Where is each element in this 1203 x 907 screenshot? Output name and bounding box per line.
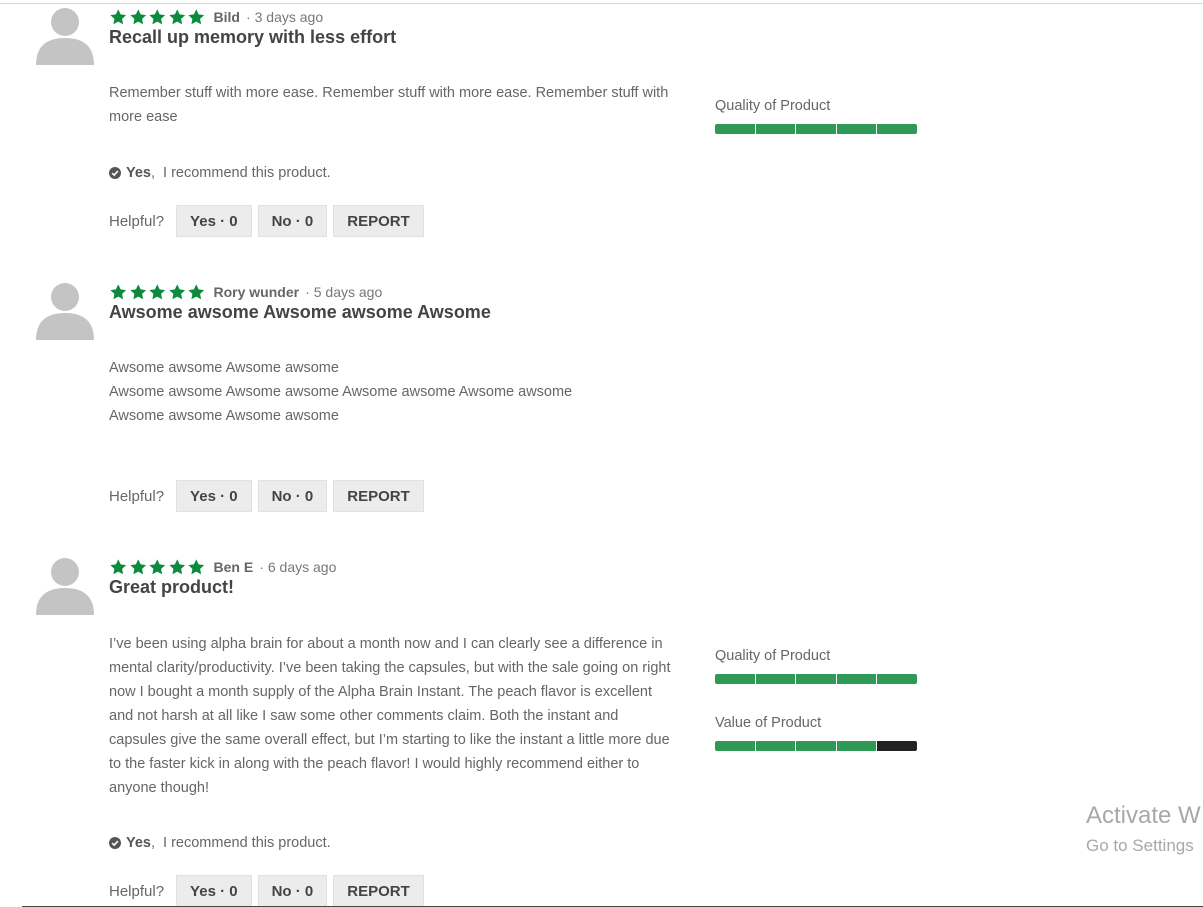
helpful-row: Helpful? Yes · 0 No · 0 REPORT (109, 205, 430, 237)
star-icon (129, 9, 146, 25)
recommend-comma: , (151, 165, 156, 181)
helpful-no-button[interactable]: No · 0 (257, 875, 328, 907)
rating-segment (796, 124, 837, 134)
review-meta: Rory wunder · 5 days ago (109, 280, 382, 304)
rating-segment (836, 741, 878, 751)
rating-bar (715, 674, 917, 684)
review-body-paragraph: I’ve been using alpha brain for about a … (109, 636, 671, 796)
rating-quality: Quality of Product (715, 646, 917, 684)
review-body-line: Awsome awsome Awsome awsome Awsome awsom… (109, 384, 573, 400)
review-date: 6 days ago (267, 559, 337, 575)
review-title: Recall up memory with less effort (109, 27, 397, 47)
star-icon (188, 559, 205, 575)
report-button[interactable]: REPORT (333, 205, 424, 237)
recommend-text: I recommend this product. (163, 165, 331, 181)
review-title: Great product! (109, 577, 235, 597)
rating-value: Value of Product (715, 713, 917, 751)
helpful-row: Helpful? Yes · 0 No · 0 REPORT (109, 875, 430, 907)
review-date: 3 days ago (254, 9, 324, 25)
helpful-row: Helpful? Yes · 0 No · 0 REPORT (109, 480, 430, 512)
top-divider (0, 3, 1203, 4)
rating-label: Quality of Product (715, 648, 831, 664)
recommend-statement: Yes, I recommend this product. (109, 163, 331, 183)
rating-quality: Quality of Product (715, 96, 917, 134)
star-icon (110, 559, 127, 575)
rating-segment (836, 124, 878, 134)
meta-separator: · (259, 559, 264, 575)
helpful-no-button[interactable]: No · 0 (257, 480, 328, 512)
star-rating (109, 8, 206, 27)
review-date: 5 days ago (313, 284, 383, 300)
star-icon (129, 284, 146, 300)
star-icon (149, 9, 166, 25)
avatar (34, 5, 96, 65)
avatar (34, 280, 96, 340)
review-body-line: Awsome awsome Awsome awsome (109, 360, 339, 376)
rating-segment (755, 741, 797, 751)
check-circle-icon (109, 837, 121, 849)
star-rating (109, 558, 206, 577)
rating-segment (877, 741, 917, 751)
star-icon (168, 559, 185, 575)
helpful-label: Helpful? (109, 212, 165, 230)
watermark-line-1: Activate W (1086, 802, 1201, 829)
review-meta: Ben E · 6 days ago (109, 555, 336, 579)
review-body: Remember stuff with more ease. Remember … (109, 81, 675, 129)
review-body-paragraph: Remember stuff with more ease. Remember … (109, 85, 669, 125)
rating-bar (715, 741, 917, 751)
helpful-label: Helpful? (109, 487, 165, 505)
rating-segment (877, 674, 917, 684)
review-body-line: Awsome awsome Awsome awsome (109, 408, 339, 424)
recommend-yes: Yes (126, 835, 151, 851)
rating-segment (755, 124, 797, 134)
activation-watermark: Activate W Go to Settings (1086, 800, 1201, 858)
review-author: Rory wunder (213, 284, 300, 300)
meta-separator: · (305, 284, 310, 300)
helpful-label: Helpful? (109, 882, 165, 900)
rating-segment (796, 674, 837, 684)
review-body: Awsome awsome Awsome awsome Awsome awsom… (109, 356, 675, 428)
avatar (34, 555, 96, 615)
recommend-yes: Yes (126, 165, 151, 181)
rating-label: Value of Product (715, 715, 822, 731)
rating-label: Quality of Product (715, 98, 831, 114)
star-icon (149, 284, 166, 300)
star-icon (168, 284, 185, 300)
rating-segment (796, 741, 837, 751)
rating-segment (836, 674, 878, 684)
recommend-comma: , (151, 835, 156, 851)
star-icon (168, 9, 185, 25)
helpful-yes-button[interactable]: Yes · 0 (176, 205, 252, 237)
review-author: Bild (213, 9, 240, 25)
helpful-no-button[interactable]: No · 0 (257, 205, 328, 237)
report-button[interactable]: REPORT (333, 875, 424, 907)
rating-bar (715, 124, 917, 134)
rating-segment (877, 124, 917, 134)
rating-segment (755, 674, 797, 684)
star-icon (188, 284, 205, 300)
recommend-text: I recommend this product. (163, 835, 331, 851)
star-icon (149, 559, 166, 575)
recommend-statement: Yes, I recommend this product. (109, 833, 331, 853)
check-circle-icon (109, 167, 121, 179)
watermark-line-2: Go to Settings (1086, 836, 1194, 855)
star-rating (109, 283, 206, 302)
meta-separator: · (245, 9, 251, 25)
rating-segment (715, 124, 756, 134)
review-body: I’ve been using alpha brain for about a … (109, 632, 675, 800)
star-icon (110, 9, 127, 25)
report-button[interactable]: REPORT (333, 480, 424, 512)
helpful-yes-button[interactable]: Yes · 0 (176, 480, 252, 512)
star-icon (129, 559, 146, 575)
rating-segment (715, 741, 756, 751)
helpful-yes-button[interactable]: Yes · 0 (176, 875, 252, 907)
star-icon (188, 9, 205, 25)
review-meta: Bild · 3 days ago (109, 5, 323, 29)
review-author: Ben E (213, 559, 254, 575)
rating-segment (715, 674, 756, 684)
star-icon (110, 284, 127, 300)
review-title: Awsome awsome Awsome awsome Awsome (109, 302, 491, 322)
